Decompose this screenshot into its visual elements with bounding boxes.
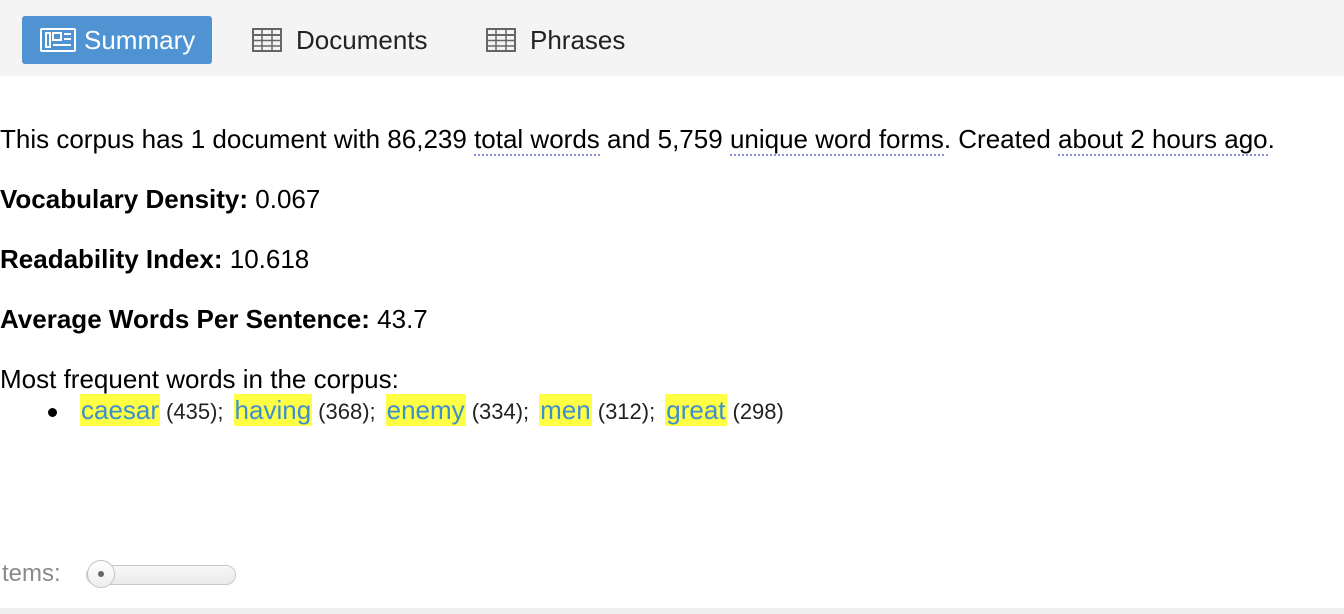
term-count: (312) <box>597 399 650 424</box>
list-item: caesar (435); having (368); enemy (334);… <box>80 394 784 428</box>
vocabulary-density-value: 0.067 <box>255 184 321 214</box>
tab-phrases-label: Phrases <box>530 24 626 55</box>
separator: ; <box>649 399 656 424</box>
readability-index-label: Readability Index: <box>0 244 223 274</box>
frequent-words-heading: Most frequent words in the corpus: <box>0 364 399 394</box>
term-count: (435) <box>166 399 218 424</box>
intro-created: . Created <box>943 124 1058 154</box>
separator: ; <box>369 399 376 424</box>
unique-words-link[interactable]: unique word forms <box>729 124 944 156</box>
separator: ; <box>217 399 224 424</box>
table-icon <box>486 28 516 52</box>
total-words-link[interactable]: total words <box>474 124 600 156</box>
items-slider-thumb[interactable] <box>87 560 115 588</box>
table-icon <box>252 28 282 52</box>
tab-summary[interactable]: Summary <box>22 16 212 64</box>
items-label: tems: <box>2 560 61 587</box>
term-enemy[interactable]: enemy <box>385 394 466 426</box>
tab-phrases[interactable]: Phrases <box>486 16 625 64</box>
items-slider[interactable] <box>86 560 236 588</box>
tab-bar: Summary Documents Phrases <box>0 0 1344 76</box>
footer-toolbar: tems: <box>0 556 1344 608</box>
term-men[interactable]: men <box>539 394 592 426</box>
bottom-divider <box>0 608 1344 614</box>
created-time[interactable]: about 2 hours ago <box>1058 124 1268 156</box>
corpus-summary-sentence: This corpus has 1 document with 86,239 t… <box>0 123 1275 156</box>
average-words-row: Average Words Per Sentence: 43.7 <box>0 303 428 335</box>
term-count: (334) <box>471 399 524 424</box>
summary-icon <box>40 28 76 52</box>
readability-index-value: 10.618 <box>229 244 310 274</box>
term-count: (298) <box>732 399 784 424</box>
list-bullet <box>48 408 57 417</box>
intro-end: . <box>1267 124 1275 154</box>
vocabulary-density-row: Vocabulary Density: 0.067 <box>0 183 320 215</box>
separator: ; <box>523 399 530 424</box>
average-words-label: Average Words Per Sentence: <box>0 304 370 334</box>
tab-summary-label: Summary <box>84 24 196 55</box>
unique-words-value: 5,759 <box>657 124 723 154</box>
term-caesar[interactable]: caesar <box>80 394 161 426</box>
term-great[interactable]: great <box>665 394 727 426</box>
readability-index-row: Readability Index: 10.618 <box>0 243 309 275</box>
term-count: (368) <box>318 399 370 424</box>
total-words-value: 86,239 <box>387 124 467 154</box>
intro-prefix: This corpus has 1 document with <box>0 124 388 154</box>
term-having[interactable]: having <box>233 394 313 426</box>
intro-mid: and <box>599 124 658 154</box>
vocabulary-density-label: Vocabulary Density: <box>0 184 249 214</box>
average-words-value: 43.7 <box>377 304 428 334</box>
tab-documents[interactable]: Documents <box>252 16 428 64</box>
tab-documents-label: Documents <box>296 24 428 55</box>
